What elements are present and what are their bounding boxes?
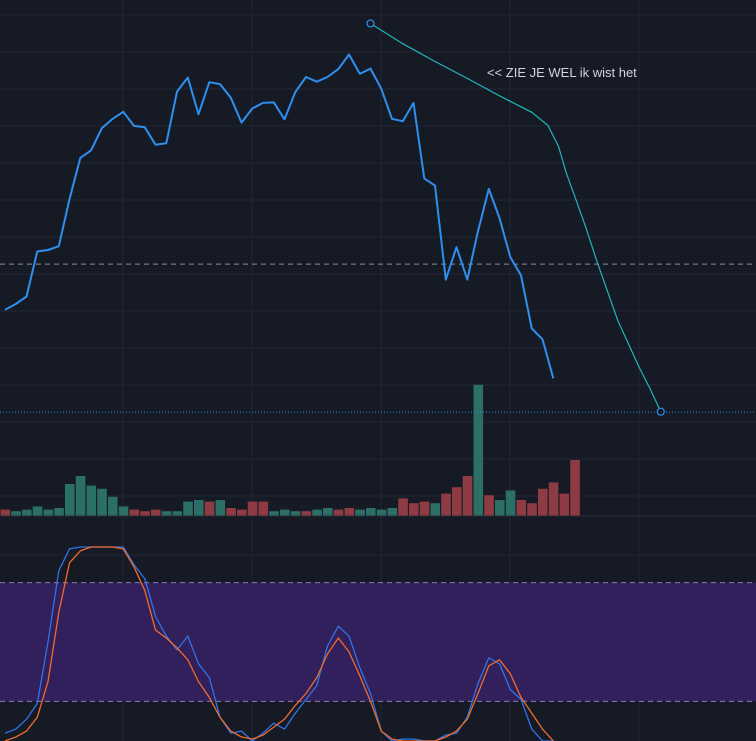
volume-bar bbox=[247, 501, 258, 516]
volume-bar bbox=[570, 460, 580, 516]
volume-bar bbox=[462, 476, 473, 516]
volume-bar bbox=[65, 484, 75, 516]
volume-bar bbox=[441, 493, 451, 516]
volume-bar bbox=[355, 509, 365, 516]
volume-bar bbox=[54, 508, 64, 516]
volume-bar bbox=[172, 511, 183, 516]
volume-bar bbox=[108, 496, 118, 516]
volume-bar bbox=[204, 501, 215, 516]
volume-bar bbox=[97, 488, 107, 516]
volume-bar bbox=[430, 503, 441, 516]
volume-bar bbox=[323, 508, 333, 516]
chart-annotation: << ZIE JE WEL ik wist het bbox=[487, 65, 637, 80]
volume-bar bbox=[344, 508, 355, 516]
volume-bar bbox=[258, 501, 269, 516]
volume-bar bbox=[333, 509, 344, 516]
volume-bar bbox=[183, 501, 193, 516]
volume-bar bbox=[86, 485, 97, 516]
volume-bar bbox=[129, 509, 140, 516]
volume-bar bbox=[161, 511, 172, 516]
volume-bar bbox=[22, 509, 32, 516]
stochastic-overbought-oversold-band bbox=[0, 582, 756, 702]
volume-bar bbox=[140, 511, 150, 516]
volume-bar bbox=[484, 495, 494, 516]
volume-bar bbox=[312, 509, 322, 516]
volume-bar bbox=[516, 500, 527, 516]
volume-bar bbox=[194, 500, 204, 516]
volume-bar bbox=[215, 500, 226, 516]
volume-bar bbox=[495, 500, 505, 516]
volume-bar bbox=[419, 501, 430, 516]
volume-bar bbox=[269, 511, 279, 516]
volume-bar bbox=[237, 509, 247, 516]
drawing-end-handle bbox=[656, 407, 665, 416]
volume-bar bbox=[376, 509, 387, 516]
stochastic-band-fill bbox=[0, 582, 756, 702]
volume-bar bbox=[387, 508, 398, 516]
volume-bar bbox=[538, 488, 548, 516]
volume-bar bbox=[290, 511, 301, 516]
drawing-start-handle bbox=[366, 19, 375, 28]
volume-bar bbox=[409, 503, 419, 516]
volume-bar bbox=[0, 509, 11, 516]
volume-bar bbox=[452, 487, 462, 516]
volume-bar bbox=[548, 482, 559, 516]
volume-bar bbox=[118, 506, 129, 516]
volume-bar bbox=[505, 490, 516, 516]
volume-bar bbox=[301, 511, 312, 516]
volume-bar bbox=[473, 384, 484, 516]
volume-bar bbox=[32, 506, 43, 516]
volume-bar bbox=[151, 509, 161, 516]
volume-bar bbox=[559, 493, 570, 516]
chart-canvas[interactable]: << ZIE JE WEL ik wist het bbox=[0, 0, 756, 741]
volume-bar bbox=[280, 509, 290, 516]
volume-bar bbox=[75, 476, 86, 516]
volume-bar bbox=[527, 503, 537, 516]
volume-bar bbox=[398, 498, 408, 516]
volume-bar bbox=[43, 509, 54, 516]
volume-bar bbox=[366, 508, 376, 516]
volume-bar bbox=[226, 508, 236, 516]
volume-bar bbox=[11, 511, 21, 516]
